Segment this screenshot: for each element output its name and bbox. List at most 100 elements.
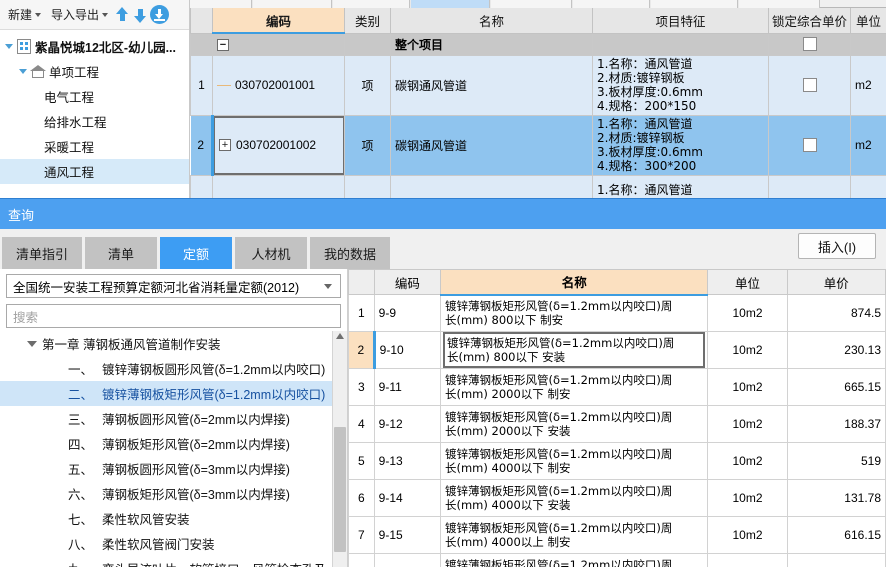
quota-code[interactable]: 9-13 — [373, 442, 441, 480]
row-code-cell[interactable]: +030702001002 — [211, 114, 345, 176]
project-tree[interactable]: 紫晶悦城12北区-幼儿园... 单项工程 电气工程 给排水工程 采暖工程 通风工程 — [0, 30, 189, 198]
module-tab-1[interactable] — [252, 0, 332, 8]
total-row-lock[interactable] — [768, 32, 851, 56]
quota-code[interactable]: 9-9 — [373, 294, 441, 332]
project-tree-item-0[interactable]: 紫晶悦城12北区-幼儿园... — [0, 34, 189, 59]
table-row[interactable]: 1.名称：通风管道 — [190, 174, 886, 198]
collapse-icon[interactable]: − — [217, 39, 229, 52]
quota-code[interactable]: 9-12 — [373, 405, 441, 443]
module-tab-2[interactable] — [332, 0, 410, 8]
quota-col-code[interactable]: 编码 — [373, 269, 441, 295]
quota-code[interactable]: 9-11 — [373, 368, 441, 406]
expand-toggle-icon[interactable] — [16, 69, 30, 74]
row-lock-cell[interactable] — [768, 114, 851, 176]
bill-col-code[interactable]: 编码 — [212, 8, 345, 34]
query-tab-4[interactable]: 我的数据 — [310, 237, 391, 269]
lock-checkbox[interactable] — [802, 138, 817, 152]
chapter-tree-item-4[interactable]: 四、 薄钢板矩形风管(δ=2mm以内焊接) — [0, 431, 347, 456]
module-tab-strip[interactable] — [180, 0, 886, 8]
quota-name[interactable]: 镀锌薄钢板矩形风管(δ=1.2mm以内咬口)周 长(mm) 800以下 制安 — [439, 294, 709, 332]
query-tab-0[interactable]: 清单指引 — [2, 237, 83, 269]
quota-name[interactable]: 镀锌薄钢板矩形风管(δ=1.2mm以内咬口)周 长(mm) 4000以上 制安 — [439, 516, 709, 554]
bill-col-feature[interactable]: 项目特征 — [592, 8, 769, 34]
query-tab-1[interactable]: 清单 — [85, 237, 158, 269]
quota-col-unit[interactable]: 单位 — [707, 269, 788, 295]
chapter-tree-scrollbar[interactable] — [332, 331, 347, 567]
project-tree-item-2[interactable]: 电气工程 — [0, 84, 189, 109]
project-tree-item-3[interactable]: 给排水工程 — [0, 109, 189, 134]
module-tab-7[interactable] — [738, 0, 820, 8]
chapter-tree-item-3[interactable]: 三、 薄钢板圆形风管(δ=2mm以内焊接) — [0, 406, 347, 431]
bill-total-row[interactable]: − 整个项目 — [190, 32, 886, 56]
scroll-up-icon[interactable] — [336, 333, 344, 339]
query-tab-bar[interactable]: 清单指引 清单 定额 人材机 我的数据 插入(I) — [0, 229, 886, 269]
expand-toggle-icon[interactable] — [22, 340, 42, 347]
project-tree-item-4[interactable]: 采暖工程 — [0, 134, 189, 159]
module-tab-4[interactable] — [490, 0, 572, 8]
chapter-tree-item-6[interactable]: 六、 薄钢板矩形风管(δ=3mm以内焊接) — [0, 481, 347, 506]
chapter-tree-item-1[interactable]: 一、 镀锌薄钢板圆形风管(δ=1.2mm以内咬口) — [0, 356, 347, 381]
quota-code[interactable]: 9-16 — [373, 553, 441, 567]
chapter-tree[interactable]: 第一章 薄钢板通风管道制作安装 一、 镀锌薄钢板圆形风管(δ=1.2mm以内咬口) 二… — [0, 331, 347, 567]
lock-checkbox[interactable] — [802, 37, 817, 51]
table-row[interactable]: 89-16镀锌薄钢板矩形风管(δ=1.2mm以内咬口)周 长(mm) 4000以… — [348, 553, 886, 567]
table-row[interactable]: 7 9-15 镀锌薄钢板矩形风管(δ=1.2mm以内咬口)周 长(mm) 4000以… — [348, 516, 886, 554]
arrow-down-icon[interactable] — [132, 6, 148, 24]
chapter-tree-item-2[interactable]: 二、 镀锌薄钢板矩形风管(δ=1.2mm以内咬口) — [0, 381, 347, 406]
import-export-button[interactable]: 导入导出 — [47, 4, 112, 25]
query-tab-2[interactable]: 定额 — [160, 237, 233, 269]
row-code-cell[interactable]: 030702001001 — [212, 54, 345, 116]
module-tab-0[interactable] — [180, 0, 252, 8]
new-button[interactable]: 新建 — [4, 4, 45, 25]
quota-name[interactable]: 镀锌薄钢板矩形风管(δ=1.2mm以内咬口)周 长(mm) 4000以上 安装 — [439, 553, 709, 567]
download-circle-icon[interactable] — [150, 5, 170, 24]
table-row[interactable]: 1 030702001001 项 碳钢通风管道 1.名称：通风管道 2.材质:镀… — [190, 54, 886, 116]
query-tab-3[interactable]: 人材机 — [235, 237, 308, 269]
search-input[interactable]: 搜索 — [6, 304, 341, 328]
chapter-tree-item-8[interactable]: 八、 柔性软风管阀门安装 — [0, 531, 347, 556]
quota-name[interactable]: 镀锌薄钢板矩形风管(δ=1.2mm以内咬口)周 长(mm) 2000以下 制安 — [439, 368, 709, 406]
table-row[interactable]: 6 9-14 镀锌薄钢板矩形风管(δ=1.2mm以内咬口)周 长(mm) 4000以… — [348, 479, 886, 517]
bill-col-lockprice[interactable]: 锁定综合单价 — [768, 8, 851, 34]
quota-col-price[interactable]: 单价 — [786, 269, 886, 295]
quota-name[interactable]: 镀锌薄钢板矩形风管(δ=1.2mm以内咬口)周 长(mm) 2000以下 安装 — [439, 405, 709, 443]
insert-button[interactable]: 插入(I) — [798, 233, 876, 259]
lock-checkbox[interactable] — [802, 78, 817, 92]
quota-code[interactable]: 9-10 — [372, 331, 441, 369]
chapter-tree-item-5[interactable]: 五、 薄钢板圆形风管(δ=3mm以内焊接) — [0, 456, 347, 481]
row-lock-cell[interactable] — [768, 174, 851, 198]
row-code-cell[interactable] — [212, 174, 345, 198]
active-cell[interactable]: +030702001002 — [213, 115, 345, 175]
chapter-tree-item-0[interactable]: 第一章 薄钢板通风管道制作安装 — [0, 331, 347, 356]
project-tree-item-5[interactable]: 通风工程 — [0, 159, 189, 184]
table-row[interactable]: 2 +030702001002 项 碳钢通风管道 1.名称：通风管道 2.材质:… — [190, 114, 886, 176]
table-row[interactable]: 4 9-12 镀锌薄钢板矩形风管(δ=1.2mm以内咬口)周 长(mm) 2000以… — [348, 405, 886, 443]
table-row[interactable]: 2 9-10 镀锌薄钢板矩形风管(δ=1.2mm以内咬口)周 长(mm) 800以下… — [348, 331, 886, 369]
quota-name[interactable]: 镀锌薄钢板矩形风管(δ=1.2mm以内咬口)周 长(mm) 4000以下 安装 — [439, 479, 709, 517]
quota-code[interactable]: 9-15 — [373, 516, 441, 554]
quota-code[interactable]: 9-14 — [373, 479, 441, 517]
module-tab-6[interactable] — [650, 0, 738, 8]
arrow-up-icon[interactable] — [114, 6, 130, 24]
chapter-tree-item-9[interactable]: 九、弯头导流叶片、软管接口、风管检查孔及... — [0, 556, 347, 567]
quota-col-name[interactable]: 名称 — [439, 269, 709, 296]
quota-name[interactable]: 镀锌薄钢板矩形风管(δ=1.2mm以内咬口)周 长(mm) 800以下 安装 — [439, 331, 709, 369]
table-row[interactable]: 5 9-13 镀锌薄钢板矩形风管(δ=1.2mm以内咬口)周 长(mm) 4000以… — [348, 442, 886, 480]
total-row-name: 整个项目 — [390, 32, 593, 56]
row-lock-cell[interactable] — [768, 54, 851, 116]
bill-col-name[interactable]: 名称 — [390, 8, 593, 34]
expand-icon[interactable]: + — [219, 139, 231, 151]
table-row[interactable]: 1 9-9 镀锌薄钢板矩形风管(δ=1.2mm以内咬口)周 长(mm) 800以下 … — [348, 294, 886, 332]
bill-col-unit[interactable]: 单位 — [850, 8, 886, 34]
standard-select[interactable]: 全国统一安装工程预算定额河北省消耗量定额(2012) — [6, 274, 341, 298]
scrollbar-thumb[interactable] — [334, 427, 346, 552]
module-tab-3[interactable] — [410, 0, 490, 8]
quota-name[interactable]: 镀锌薄钢板矩形风管(δ=1.2mm以内咬口)周 长(mm) 4000以下 制安 — [439, 442, 709, 480]
bill-col-category[interactable]: 类别 — [344, 8, 391, 34]
total-row-expander-cell[interactable]: − — [212, 32, 345, 56]
chapter-tree-item-7[interactable]: 七、 柔性软风管安装 — [0, 506, 347, 531]
module-tab-5[interactable] — [572, 0, 650, 8]
expand-toggle-icon[interactable] — [2, 44, 16, 49]
project-tree-item-1[interactable]: 单项工程 — [0, 59, 189, 84]
table-row[interactable]: 3 9-11 镀锌薄钢板矩形风管(δ=1.2mm以内咬口)周 长(mm) 2000以… — [348, 368, 886, 406]
